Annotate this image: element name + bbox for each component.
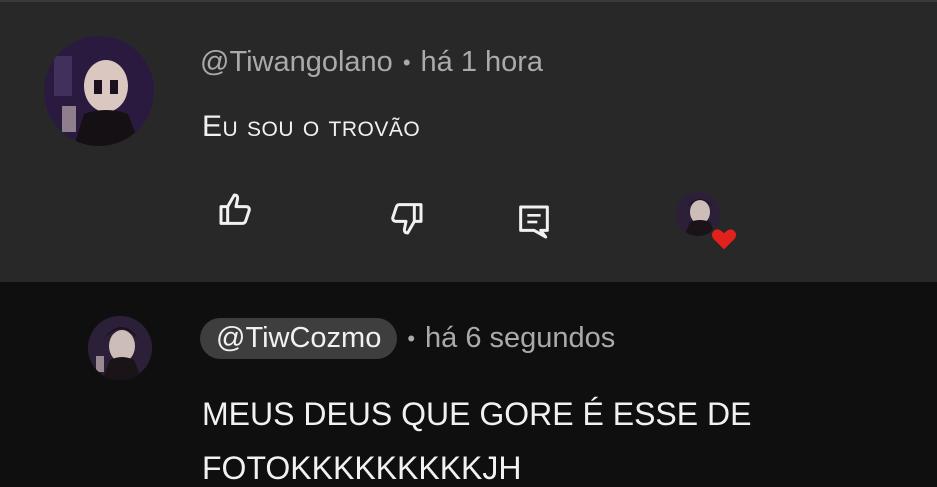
comment-body: Eu sou o trovão xyxy=(202,110,421,143)
meta-separator: • xyxy=(407,325,416,351)
heart-icon xyxy=(710,227,738,252)
avatar-image xyxy=(44,36,154,146)
thumbs-up-icon xyxy=(219,193,251,225)
reply-avatar-image xyxy=(88,316,152,380)
reply-meta: @TiwCozmo • há 6 segundos xyxy=(200,318,615,359)
meta-separator: • xyxy=(402,49,411,75)
reply-timestamp[interactable]: há 6 segundos xyxy=(425,322,615,355)
creator-heart-badge[interactable] xyxy=(674,190,738,252)
reply-author-chip[interactable]: @TiwCozmo xyxy=(200,318,398,359)
thumbs-down-icon xyxy=(391,203,423,235)
dislike-button[interactable] xyxy=(382,194,430,242)
comment-timestamp[interactable]: há 1 hora xyxy=(421,46,544,79)
reply-card: @TiwCozmo • há 6 segundos MEUS DEUS QUE … xyxy=(0,282,937,486)
comment-meta: @Tiwangolano • há 1 hora xyxy=(200,46,543,79)
reply-body-line1: MEUS DEUS QUE GORE É ESSE DE xyxy=(202,396,752,432)
reply-button[interactable] xyxy=(510,198,558,246)
reply-body-line2: FOTOKKKKKKKKKJH xyxy=(202,450,522,486)
comment-card: @Tiwangolano • há 1 hora Eu sou o trovão xyxy=(0,2,937,282)
reply-author-avatar[interactable] xyxy=(88,316,152,380)
comment-author-name[interactable]: @Tiwangolano xyxy=(200,46,393,79)
like-button[interactable] xyxy=(212,186,260,234)
comment-author-avatar[interactable] xyxy=(44,36,154,146)
reply-comment-icon xyxy=(519,205,549,239)
